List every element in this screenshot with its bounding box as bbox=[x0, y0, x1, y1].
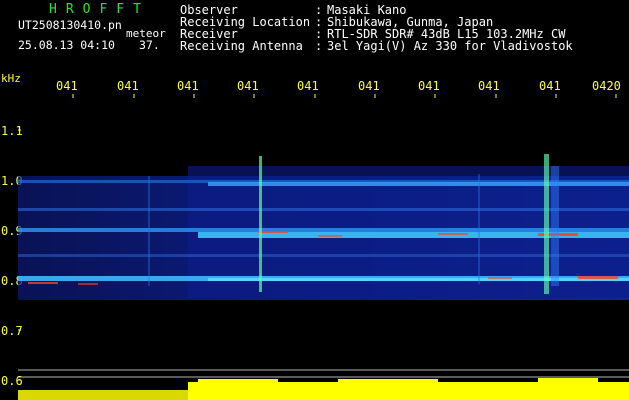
time-tick-marks bbox=[72, 94, 617, 98]
filename: UT2508130410.pn bbox=[18, 18, 122, 32]
time-tick-label: 041 bbox=[539, 79, 561, 93]
time-tick-label: 041 bbox=[56, 79, 78, 93]
sequence-number: 37. bbox=[139, 38, 160, 52]
time-tick-label: 041 bbox=[297, 79, 319, 93]
timestamp: 25.08.13 04:10 bbox=[18, 38, 115, 52]
time-tick-label: 041 bbox=[478, 79, 500, 93]
spectrogram-window: HROFFT UT2508130410.pn meteor 25.08.13 0… bbox=[0, 0, 629, 400]
signal-level-bars bbox=[18, 378, 629, 400]
antenna-colon: : bbox=[315, 39, 323, 53]
antenna-value: 3el Yagi(V) Az 330 for Vladivostok bbox=[327, 39, 573, 53]
time-tick-label: 041 bbox=[237, 79, 259, 93]
frequency-unit-label: kHz bbox=[1, 72, 21, 85]
time-tick-label: 041 bbox=[177, 79, 199, 93]
time-tick-label: 041 bbox=[418, 79, 440, 93]
spectrogram-plot bbox=[18, 94, 629, 400]
time-tick-label: 0420 bbox=[592, 79, 621, 93]
antenna-label: Receiving Antenna bbox=[180, 39, 303, 53]
baseline-lines bbox=[18, 369, 629, 378]
time-tick-label: 041 bbox=[358, 79, 380, 93]
brand-title: HROFFT bbox=[49, 2, 150, 17]
time-tick-label: 041 bbox=[117, 79, 139, 93]
